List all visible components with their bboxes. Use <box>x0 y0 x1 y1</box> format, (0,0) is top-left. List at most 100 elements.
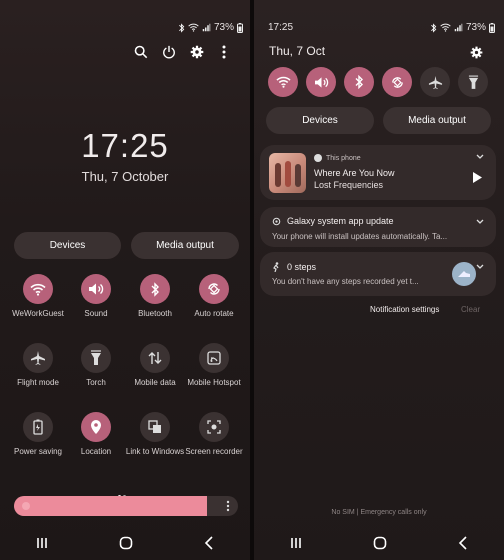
tile-power-saving-toggle[interactable] <box>23 412 53 442</box>
home-icon[interactable] <box>373 536 387 550</box>
battery-status-icon <box>237 22 244 33</box>
hotspot-icon <box>207 351 221 365</box>
devices-button[interactable]: Devices <box>266 107 374 134</box>
notification-panel: 17:25 73% Thu, 7 Oct Devices Media outpu… <box>254 0 504 560</box>
quick-bluetooth-toggle[interactable] <box>344 67 374 97</box>
sound-icon <box>314 76 328 88</box>
tile-mobile-data-label: Mobile data <box>134 378 176 387</box>
more-vertical-icon <box>222 45 225 58</box>
tile-wifi-toggle[interactable] <box>23 274 53 304</box>
tile-screen-recorder[interactable]: Screen recorder <box>184 412 244 457</box>
mobile-data-icon <box>148 352 162 364</box>
search-icon <box>134 45 147 58</box>
tile-torch-toggle[interactable] <box>81 343 111 373</box>
shoe-icon <box>452 262 476 286</box>
tile-mobile-data-toggle[interactable] <box>140 343 170 373</box>
tile-power-saving[interactable]: Power saving <box>8 412 68 457</box>
battery-percent: 73% <box>466 22 487 33</box>
signal-status-icon <box>202 23 211 32</box>
brightness-bar[interactable] <box>14 496 238 516</box>
tile-location-toggle[interactable] <box>81 412 111 442</box>
status-bar: 73% <box>430 22 496 33</box>
location-icon <box>91 420 101 434</box>
navigation-bar <box>0 526 250 560</box>
media-output-button[interactable]: Media output <box>131 232 239 259</box>
media-source-label: This phone <box>326 154 361 162</box>
recent-apps-icon[interactable] <box>290 537 302 549</box>
tile-flight-mode-toggle[interactable] <box>23 343 53 373</box>
notification-body: You don't have any steps recorded yet t.… <box>272 277 419 286</box>
brightness-icon <box>22 502 30 510</box>
chevron-down-icon[interactable] <box>476 264 484 270</box>
play-icon[interactable] <box>472 171 483 184</box>
tile-location-label: Location <box>80 447 112 456</box>
battery-percent: 73% <box>214 22 235 33</box>
quick-sound-toggle[interactable] <box>306 67 336 97</box>
back-icon[interactable] <box>458 536 468 550</box>
status-time: 17:25 <box>268 22 294 33</box>
navigation-bar <box>254 526 504 560</box>
bluetooth-status-icon <box>431 22 437 33</box>
tile-auto-rotate-label: Auto rotate <box>194 309 234 318</box>
tile-wifi[interactable]: WeWorkGuest <box>8 274 68 319</box>
tile-mobile-hotspot-toggle[interactable] <box>199 343 229 373</box>
brightness-slider-fill[interactable] <box>14 496 207 516</box>
battery-status-icon <box>489 22 496 33</box>
notification-settings-button[interactable]: Notification settings <box>370 305 439 314</box>
media-artist: Lost Frequencies <box>314 180 384 190</box>
quick-flight-mode-toggle[interactable] <box>420 67 450 97</box>
clear-button[interactable]: Clear <box>461 305 480 314</box>
home-icon[interactable] <box>119 536 133 550</box>
tile-sound[interactable]: Sound <box>66 274 126 319</box>
signal-status-icon <box>454 23 463 32</box>
quick-torch-toggle[interactable] <box>458 67 488 97</box>
power-button[interactable] <box>154 37 183 66</box>
more-vertical-icon[interactable] <box>226 500 230 512</box>
airplane-icon <box>428 75 442 89</box>
devices-button[interactable]: Devices <box>14 232 121 259</box>
torch-icon <box>91 350 101 365</box>
quick-wifi-toggle[interactable] <box>268 67 298 97</box>
tile-link-to-windows-toggle[interactable] <box>140 412 170 442</box>
gear-icon <box>470 46 483 59</box>
link-windows-icon <box>148 420 161 433</box>
tile-screen-recorder-toggle[interactable] <box>199 412 229 442</box>
media-player-card[interactable]: This phone Where Are You Now Lost Freque… <box>260 145 496 200</box>
wifi-icon <box>30 283 46 296</box>
quick-panel-expanded: 73% 17:25 Thu, 7 October Devices Media o… <box>0 0 250 560</box>
battery-icon <box>33 419 43 435</box>
notification-system-update[interactable]: Galaxy system app update Your phone will… <box>260 207 496 247</box>
tile-auto-rotate-toggle[interactable] <box>199 274 229 304</box>
notification-steps[interactable]: 0 steps You don't have any steps recorde… <box>260 252 496 296</box>
more-options-button[interactable] <box>209 37 238 66</box>
bluetooth-status-icon <box>179 22 185 33</box>
tile-bluetooth-label: Bluetooth <box>138 309 172 318</box>
tile-wifi-label: WeWorkGuest <box>12 309 64 318</box>
tile-mobile-data[interactable]: Mobile data <box>125 343 185 388</box>
tile-bluetooth-toggle[interactable] <box>140 274 170 304</box>
recent-apps-icon[interactable] <box>36 537 48 549</box>
wifi-status-icon <box>188 23 199 32</box>
power-icon <box>162 45 175 58</box>
media-title: Where Are You Now <box>314 168 395 178</box>
tile-location[interactable]: Location <box>66 412 126 457</box>
search-button[interactable] <box>126 37 155 66</box>
bluetooth-icon <box>355 75 363 89</box>
tile-flight-mode[interactable]: Flight mode <box>8 343 68 388</box>
tile-sound-toggle[interactable] <box>81 274 111 304</box>
chevron-down-icon[interactable] <box>476 219 484 225</box>
tile-mobile-hotspot[interactable]: Mobile Hotspot <box>184 343 244 388</box>
media-output-button[interactable]: Media output <box>383 107 491 134</box>
quick-auto-rotate-toggle[interactable] <box>382 67 412 97</box>
chevron-down-icon[interactable] <box>476 154 484 160</box>
settings-button[interactable] <box>462 38 491 67</box>
settings-button[interactable] <box>182 37 211 66</box>
tile-bluetooth[interactable]: Bluetooth <box>125 274 185 319</box>
torch-icon <box>468 75 478 89</box>
tile-auto-rotate[interactable]: Auto rotate <box>184 274 244 319</box>
tile-link-to-windows[interactable]: Link to Windows <box>125 412 185 457</box>
media-source: This phone <box>314 154 361 162</box>
wifi-status-icon <box>440 23 451 32</box>
back-icon[interactable] <box>204 536 214 550</box>
tile-torch[interactable]: Torch <box>66 343 126 388</box>
